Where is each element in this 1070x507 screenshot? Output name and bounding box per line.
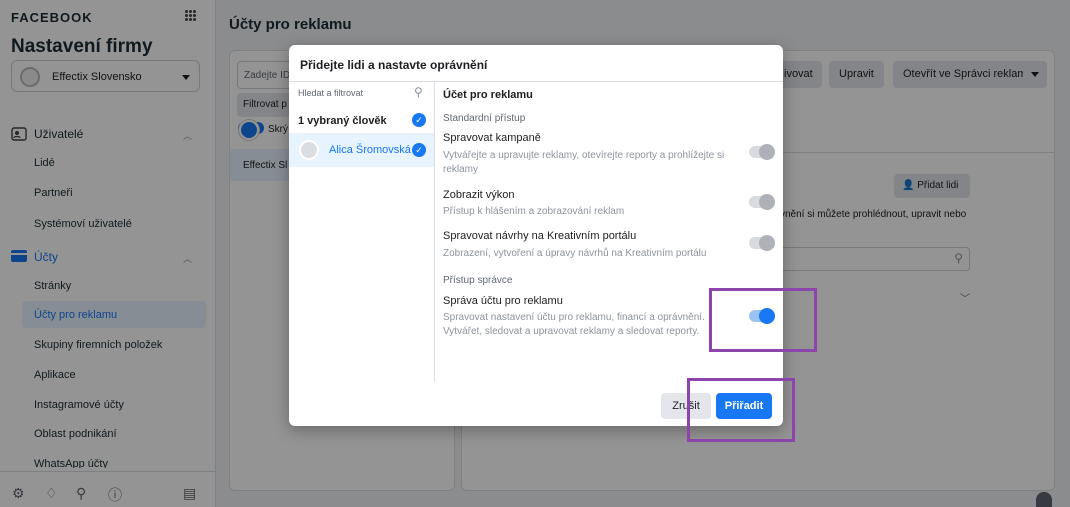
perm-view-performance-toggle[interactable] bbox=[749, 194, 775, 210]
perm-manage-account: Správa účtu pro reklamu bbox=[443, 295, 563, 307]
perm-view-performance-desc: Přístup k hlášením a zobrazování reklam bbox=[443, 206, 625, 217]
perm-manage-account-desc: Spravovat nastavení účtu pro reklamu, fi… bbox=[443, 312, 705, 337]
dialog-title: Přidejte lidi a nastavte oprávnění bbox=[300, 58, 488, 72]
perm-creative-portal-toggle[interactable] bbox=[749, 235, 775, 251]
person-list-item[interactable]: Alica Šromovská ✓ bbox=[289, 133, 434, 167]
perm-manage-campaigns: Spravovat kampaně bbox=[443, 132, 541, 144]
search-icon: ⚲ bbox=[414, 85, 423, 99]
selected-count: 1 vybraný člověk bbox=[298, 115, 387, 127]
check-icon[interactable]: ✓ bbox=[412, 143, 426, 157]
perm-creative-portal: Spravovat návrhy na Kreativním portálu bbox=[443, 230, 637, 242]
perm-manage-campaigns-toggle[interactable] bbox=[749, 144, 775, 160]
highlight-box bbox=[709, 288, 817, 352]
perm-manage-campaigns-desc: Vytvářejte a upravujte reklamy, otevírej… bbox=[443, 150, 725, 175]
group-standard-label: Standardní přístup bbox=[443, 113, 526, 124]
divider bbox=[289, 81, 783, 82]
group-admin-label: Přístup správce bbox=[443, 275, 513, 286]
check-all-icon[interactable]: ✓ bbox=[412, 113, 426, 127]
divider bbox=[434, 82, 435, 382]
avatar bbox=[299, 140, 319, 160]
assign-permissions-dialog: Přidejte lidi a nastavte oprávnění Hleda… bbox=[289, 45, 783, 426]
highlight-box bbox=[687, 378, 795, 442]
section-title: Účet pro reklamu bbox=[443, 89, 533, 101]
perm-view-performance: Zobrazit výkon bbox=[443, 189, 515, 201]
person-name: Alica Šromovská bbox=[329, 144, 411, 156]
perm-creative-portal-desc: Zobrazení, vytvoření a úpravy návrhů na … bbox=[443, 248, 707, 259]
people-filter-input[interactable]: Hledat a filtrovat bbox=[298, 88, 363, 98]
